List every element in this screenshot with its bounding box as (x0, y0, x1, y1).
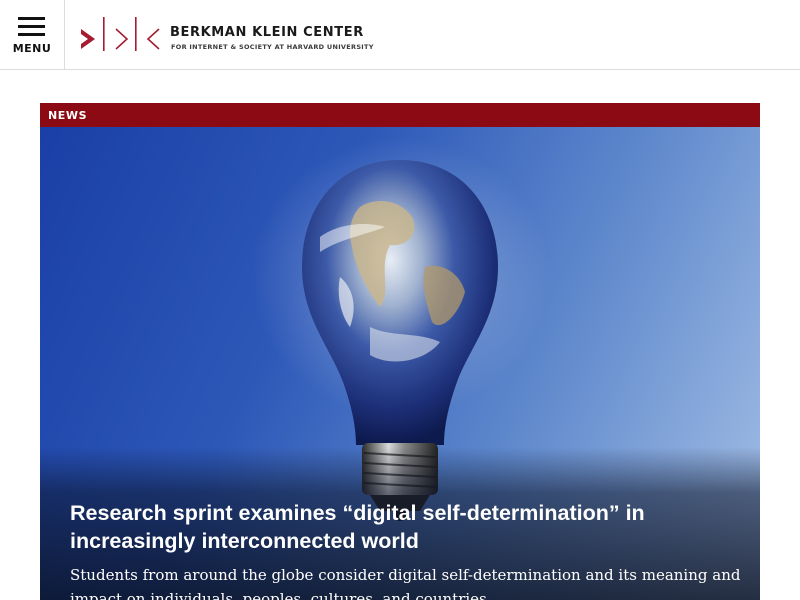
featured-story-card[interactable]: NEWS Research sprint examines “digital s… (40, 103, 760, 600)
menu-button[interactable]: MENU (0, 0, 65, 69)
story-headline[interactable]: Research sprint examines “digital self-d… (70, 499, 710, 555)
category-tag-bar: NEWS (40, 103, 760, 127)
featured-image[interactable]: Research sprint examines “digital self-d… (40, 127, 760, 600)
hamburger-icon (18, 17, 45, 36)
category-tag[interactable]: NEWS (48, 109, 87, 122)
logo-tagline: FOR INTERNET & SOCIETY AT HARVARD UNIVER… (171, 43, 374, 51)
story-summary: Students from around the globe consider … (70, 566, 741, 600)
site-header: MENU BERKMAN KLEIN CENTER FOR INTERNET &… (0, 0, 800, 70)
menu-label: MENU (12, 42, 52, 55)
bkc-logo-mark-icon (81, 17, 160, 51)
logo-name: BERKMAN KLEIN CENTER (170, 25, 364, 40)
